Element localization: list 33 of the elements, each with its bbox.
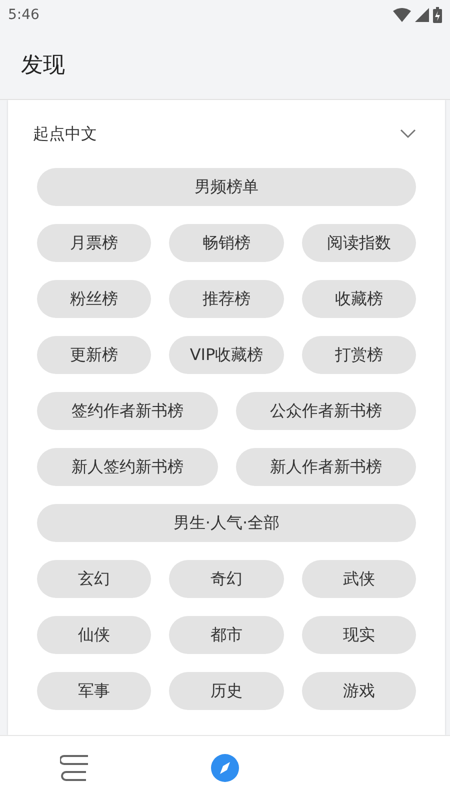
- category-chip[interactable]: 男频榜单: [37, 168, 416, 206]
- category-chip[interactable]: 更新榜: [37, 336, 152, 374]
- category-chip[interactable]: 新人签约新书榜: [37, 448, 218, 486]
- category-chip[interactable]: 都市: [169, 616, 284, 654]
- category-chip[interactable]: 粉丝榜: [37, 280, 152, 318]
- category-chip[interactable]: 打赏榜: [302, 336, 416, 374]
- page-title: 发现: [21, 52, 65, 80]
- signal-icon: [415, 8, 429, 22]
- category-chip[interactable]: 现实: [302, 616, 416, 654]
- category-chip[interactable]: 玄幻: [37, 560, 152, 598]
- category-chip[interactable]: 公众作者新书榜: [236, 392, 416, 430]
- status-time: 5:46: [8, 7, 40, 23]
- category-chip[interactable]: 武侠: [302, 560, 416, 598]
- category-chip[interactable]: 阅读指数: [302, 224, 416, 262]
- category-chip[interactable]: 收藏榜: [302, 280, 416, 318]
- category-chip[interactable]: VIP收藏榜: [169, 336, 284, 374]
- category-chip[interactable]: 奇幻: [169, 560, 284, 598]
- category-chip[interactable]: 历史: [169, 672, 284, 710]
- category-chip[interactable]: 游戏: [302, 672, 416, 710]
- compass-icon: [210, 753, 240, 783]
- battery-icon: [433, 7, 442, 23]
- category-chip[interactable]: 畅销榜: [169, 224, 284, 262]
- wifi-icon: [393, 8, 411, 22]
- category-chip[interactable]: 男生·人气·全部: [37, 504, 416, 542]
- section-title: 起点中文: [33, 124, 97, 144]
- category-chip[interactable]: 月票榜: [37, 224, 152, 262]
- category-chip[interactable]: 新人作者新书榜: [236, 448, 416, 486]
- category-chip[interactable]: 签约作者新书榜: [37, 392, 218, 430]
- category-chip[interactable]: 仙侠: [37, 616, 152, 654]
- chevron-icon[interactable]: [400, 129, 416, 139]
- category-chip[interactable]: 推荐榜: [169, 280, 284, 318]
- category-chip[interactable]: 军事: [37, 672, 152, 710]
- bookshelf-icon: [60, 754, 90, 782]
